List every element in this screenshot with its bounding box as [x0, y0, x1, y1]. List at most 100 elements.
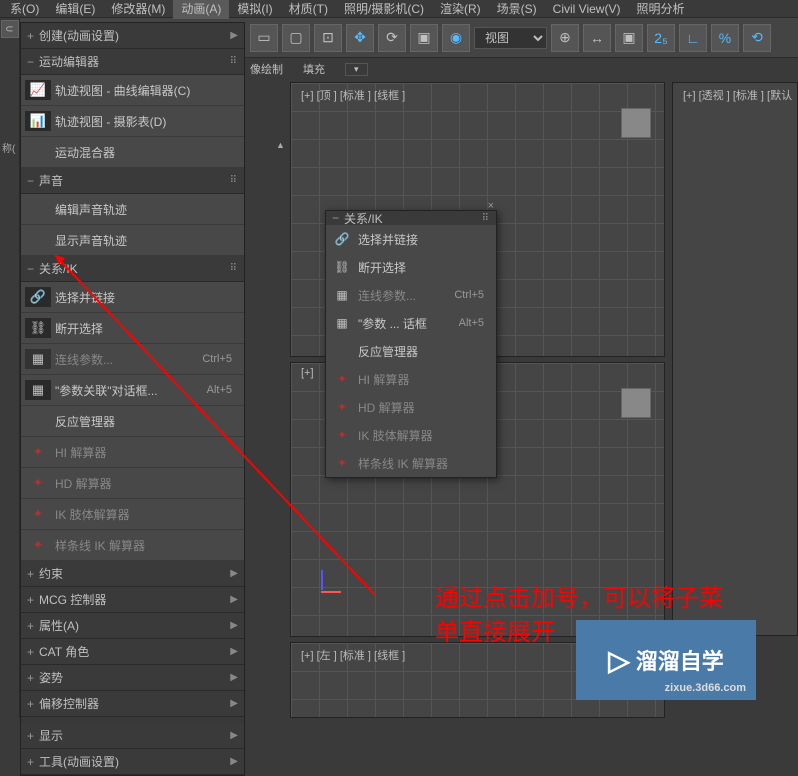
watermark: ▷ 溜溜自学 zixue.3d66.com — [576, 620, 756, 700]
menubar: 系(O) 编辑(E) 修改器(M) 动画(A) 模拟(I) 材质(T) 照明/摄… — [0, 0, 798, 18]
menu-unlink[interactable]: ⛓ 断开选择 — [21, 313, 244, 344]
section-label: 工具(动画设置) — [39, 753, 119, 770]
viewport-label-persp[interactable]: [+] [透视 ] [标准 ] [默认 — [683, 87, 792, 103]
menu-render[interactable]: 渲染(R) — [432, 0, 489, 19]
popup-ik-limb-solver[interactable]: ✦ IK 肢体解算器 — [326, 421, 496, 449]
menu-material[interactable]: 材质(T) — [281, 0, 336, 19]
menu-select-link[interactable]: 🔗 选择并链接 — [21, 282, 244, 313]
popup-unlink[interactable]: ⛓ 断开选择 — [326, 253, 496, 281]
tool-add-icon[interactable]: ⊕ — [551, 24, 579, 52]
minus-icon: − — [27, 174, 39, 188]
section-label: 属性(A) — [39, 617, 79, 634]
section-display[interactable]: + 显示 ▶ — [21, 723, 244, 749]
curve-editor-icon: 📈 — [25, 80, 51, 100]
section-ik[interactable]: − 关系/IK ⠿ — [21, 256, 244, 282]
menu-reaction-manager[interactable]: 反应管理器 — [21, 406, 244, 437]
section-attr[interactable]: + 属性(A) ▶ — [21, 613, 244, 639]
menu-label: 选择并链接 — [358, 231, 490, 248]
viewport-label-left[interactable]: [+] [左 ] [标准 ] [线框 ] — [301, 647, 405, 663]
side-label: 称( — [0, 140, 19, 155]
section-sound[interactable]: − 声音 ⠿ — [21, 168, 244, 194]
tool-select-icon[interactable]: ▭ — [250, 24, 278, 52]
viewport-persp[interactable]: [+] [透视 ] [标准 ] [默认 — [672, 82, 798, 636]
axis-gizmo — [318, 570, 348, 600]
secondary-label-draw: 像绘制 — [250, 61, 283, 77]
menu-label: 运动混合器 — [55, 144, 238, 161]
tool-window-icon[interactable]: ⊡ — [314, 24, 342, 52]
section-cat[interactable]: + CAT 角色 ▶ — [21, 639, 244, 665]
tool-angle-icon[interactable]: ∟ — [679, 24, 707, 52]
popup-hd-solver[interactable]: ✦ HD 解算器 — [326, 393, 496, 421]
menu-param-dialog[interactable]: ▦ "参数关联"对话框... Alt+5 — [21, 375, 244, 406]
menu-show-sound[interactable]: 显示声音轨迹 — [21, 225, 244, 256]
section-constraint[interactable]: + 约束 ▶ — [21, 561, 244, 587]
tool-z-icon[interactable]: ⟲ — [743, 24, 771, 52]
section-mcg[interactable]: + MCG 控制器 ▶ — [21, 587, 244, 613]
unlink-icon: ⛓ — [330, 258, 354, 276]
menu-label: IK 肢体解算器 — [358, 427, 490, 444]
menu-modifier[interactable]: 修改器(M) — [103, 0, 173, 19]
section-offset[interactable]: + 偏移控制器 ▶ — [21, 691, 244, 717]
menu-animation[interactable]: 动画(A) — [173, 0, 229, 19]
chevron-right-icon: ▶ — [230, 672, 238, 683]
solver-icon: ✦ — [25, 442, 51, 462]
menu-motion-mixer[interactable]: 运动混合器 — [21, 137, 244, 168]
animation-menu-panel: + 创建(动画设置) ▶ − 运动编辑器 ⠿ 📈 轨迹视图 - 曲线编辑器(C)… — [20, 22, 245, 776]
secondary-label-fill: 填充 — [303, 61, 325, 77]
tool-snap-icon[interactable]: 2₅ — [647, 24, 675, 52]
menu-label: 断开选择 — [358, 259, 490, 276]
viewport-label-plus[interactable]: [+] — [301, 367, 314, 379]
tool-percent-icon[interactable]: % — [711, 24, 739, 52]
tool-expand-icon[interactable]: ↔ — [583, 24, 611, 52]
y-axis-icon — [321, 570, 323, 590]
tool-rotate-icon[interactable]: ⟳ — [378, 24, 406, 52]
popup-spline-ik-solver[interactable]: ✦ 样条线 IK 解算器 — [326, 449, 496, 477]
section-tools[interactable]: + 工具(动画设置) ▶ — [21, 749, 244, 775]
empty-icon — [330, 342, 354, 360]
tool-marquee-icon[interactable]: ▢ — [282, 24, 310, 52]
menu-label: 样条线 IK 解算器 — [358, 455, 490, 472]
popup-hi-solver[interactable]: ✦ HI 解算器 — [326, 365, 496, 393]
menu-ik-limb-solver[interactable]: ✦ IK 肢体解算器 — [21, 499, 244, 530]
object-cube[interactable] — [621, 388, 651, 418]
tool-move-icon[interactable]: ✥ — [346, 24, 374, 52]
popup-header[interactable]: − 关系/IK ⠿ — [326, 211, 496, 225]
section-pose[interactable]: + 姿势 ▶ — [21, 665, 244, 691]
menu-hi-solver[interactable]: ✦ HI 解算器 — [21, 437, 244, 468]
menu-spline-ik-solver[interactable]: ✦ 样条线 IK 解算器 — [21, 530, 244, 561]
menu-lighting-analysis[interactable]: 照明分析 — [628, 0, 692, 19]
object-cube[interactable] — [621, 108, 651, 138]
tool-placement-icon[interactable]: ◉ — [442, 24, 470, 52]
tool-fullscreen-icon[interactable]: ▣ — [615, 24, 643, 52]
popup-title: 关系/IK — [344, 210, 383, 227]
viewport-label-top[interactable]: [+] [顶 ] [标准 ] [线框 ] — [301, 87, 405, 103]
secondary-dropdown-icon[interactable]: ▾ — [345, 63, 368, 76]
menu-hd-solver[interactable]: ✦ HD 解算器 — [21, 468, 244, 499]
popup-reaction-manager[interactable]: 反应管理器 — [326, 337, 496, 365]
section-create[interactable]: + 创建(动画设置) ▶ — [21, 23, 244, 49]
menu-track-curve-editor[interactable]: 📈 轨迹视图 - 曲线编辑器(C) — [21, 75, 244, 106]
left-strip-tool[interactable]: ⊂ — [1, 20, 19, 38]
scroll-up-icon[interactable]: ▲ — [276, 140, 284, 150]
popup-wire-param[interactable]: ▦ 连线参数... Ctrl+5 — [326, 281, 496, 309]
plus-icon: + — [27, 593, 39, 607]
menu-scene[interactable]: 场景(S) — [489, 0, 545, 19]
section-label: 显示 — [39, 727, 63, 744]
menu-wire-param[interactable]: ▦ 连线参数... Ctrl+5 — [21, 344, 244, 375]
popup-param-dialog[interactable]: ▦ "参数 ... 话框 Alt+5 — [326, 309, 496, 337]
menu-edit-sound[interactable]: 编辑声音轨迹 — [21, 194, 244, 225]
plus-icon: + — [27, 755, 39, 769]
menu-civil-view[interactable]: Civil View(V) — [545, 0, 629, 18]
section-motion-editor[interactable]: − 运动编辑器 ⠿ — [21, 49, 244, 75]
tool-scale-icon[interactable]: ▣ — [410, 24, 438, 52]
menu-system[interactable]: 系(O) — [2, 0, 47, 19]
menu-simulate[interactable]: 模拟(I) — [229, 0, 280, 19]
menu-edit[interactable]: 编辑(E) — [47, 0, 103, 19]
menu-track-dope-sheet[interactable]: 📊 轨迹视图 - 摄影表(D) — [21, 106, 244, 137]
menu-label: 断开选择 — [55, 320, 238, 337]
popup-select-link[interactable]: 🔗 选择并链接 — [326, 225, 496, 253]
menu-label: 反应管理器 — [358, 343, 490, 360]
menu-label: HD 解算器 — [358, 399, 490, 416]
view-dropdown[interactable]: 视图 — [474, 27, 547, 49]
menu-lighting[interactable]: 照明/摄影机(C) — [336, 0, 432, 19]
